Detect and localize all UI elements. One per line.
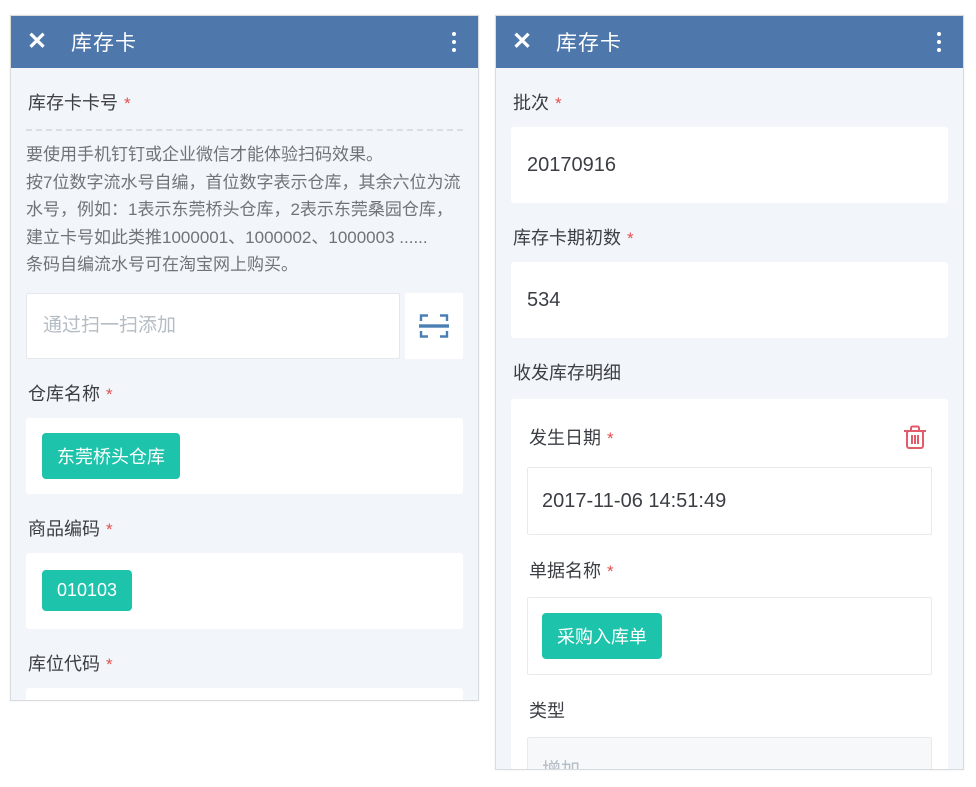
app-header: ✕ 库存卡 — [11, 16, 478, 68]
field-label-product-code: 商品编码* — [28, 515, 461, 541]
page-title: 库存卡 — [71, 27, 446, 57]
close-icon[interactable]: ✕ — [512, 30, 540, 54]
screen-inventory-card-left: ✕ 库存卡 库存卡卡号* 要使用手机钉钉或企业微信才能体验扫码效果。 按7位数字… — [10, 15, 479, 701]
warehouse-tag[interactable]: 东莞桥头仓库 — [42, 433, 180, 479]
app-header: ✕ 库存卡 — [496, 16, 963, 68]
scan-button[interactable] — [405, 293, 463, 359]
doc-name-tag[interactable]: 采购入库单 — [542, 613, 662, 659]
product-code-field[interactable]: 010103 — [26, 553, 463, 629]
required-asterisk: * — [106, 520, 113, 539]
required-asterisk: * — [124, 94, 131, 113]
required-asterisk: * — [627, 229, 634, 248]
field-label-card-number: 库存卡卡号* — [28, 89, 461, 115]
batch-value: 20170916 — [527, 154, 616, 177]
required-asterisk: * — [106, 655, 113, 674]
dashed-divider — [26, 129, 463, 131]
kebab-menu-icon[interactable] — [446, 28, 462, 56]
field-label-opening-qty: 库存卡期初数* — [513, 224, 946, 250]
kebab-menu-icon[interactable] — [931, 28, 947, 56]
required-asterisk: * — [555, 94, 562, 113]
opening-qty-value: 534 — [527, 289, 560, 312]
type-input[interactable] — [542, 760, 917, 770]
trash-icon — [902, 423, 928, 451]
stock-detail-subform: 发生日期* 2017-11 — [511, 399, 948, 770]
required-asterisk: * — [607, 429, 614, 448]
field-label-location-code: 库位代码* — [28, 650, 461, 676]
card-number-help-text: 要使用手机钉钉或企业微信才能体验扫码效果。 按7位数字流水号自编，首位数字表示仓… — [26, 141, 463, 279]
type-field[interactable] — [527, 737, 932, 770]
occur-date-value: 2017-11-06 14:51:49 — [542, 490, 726, 513]
field-label-type: 类型 — [529, 697, 565, 723]
location-code-field[interactable]: 25-A03 — [26, 688, 463, 701]
doc-name-field[interactable]: 采购入库单 — [527, 597, 932, 675]
occur-date-field[interactable]: 2017-11-06 14:51:49 — [527, 467, 932, 535]
screen-inventory-card-right: ✕ 库存卡 批次* 20170916 库存卡期初数* 534 收发库存明细 发生… — [495, 15, 964, 770]
page-title: 库存卡 — [556, 27, 931, 57]
field-label-occur-date: 发生日期* — [529, 424, 614, 450]
batch-field[interactable]: 20170916 — [511, 127, 948, 203]
required-asterisk: * — [607, 562, 614, 581]
opening-qty-field[interactable]: 534 — [511, 262, 948, 338]
field-label-batch: 批次* — [513, 89, 946, 115]
required-asterisk: * — [106, 385, 113, 404]
product-code-tag[interactable]: 010103 — [42, 570, 132, 611]
close-icon[interactable]: ✕ — [27, 30, 55, 54]
scan-frame-icon — [419, 313, 449, 339]
field-label-doc-name: 单据名称* — [529, 557, 614, 583]
delete-row-button[interactable] — [900, 421, 930, 453]
section-label-stock-detail: 收发库存明细 — [513, 359, 946, 385]
scan-input-row — [26, 293, 463, 359]
scan-input[interactable] — [26, 293, 400, 359]
warehouse-field[interactable]: 东莞桥头仓库 — [26, 418, 463, 494]
field-label-warehouse: 仓库名称* — [28, 380, 461, 406]
